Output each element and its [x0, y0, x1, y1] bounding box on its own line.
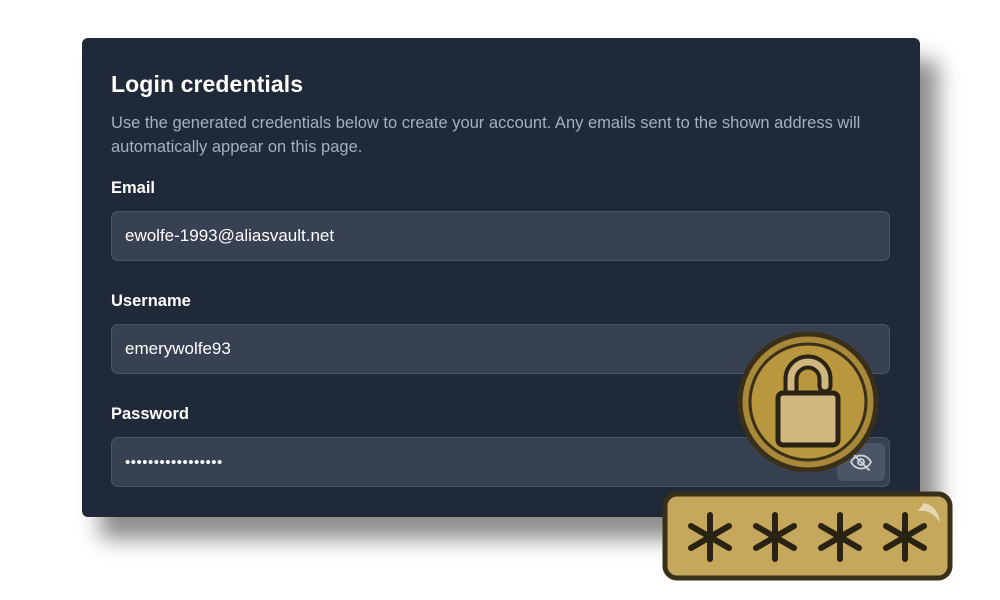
email-label: Email [111, 179, 156, 197]
asterisks-icon [662, 491, 953, 581]
username-label: Username [111, 292, 191, 310]
unlocked-padlock-badge [737, 331, 879, 473]
password-asterisks-panel [662, 491, 953, 581]
card-description: Use the generated credentials below to c… [111, 114, 861, 156]
email-field-box [111, 211, 890, 261]
email-input[interactable] [112, 212, 889, 260]
password-label: Password [111, 405, 189, 423]
card-title: Login credentials [111, 71, 304, 97]
unlocked-padlock-icon [737, 331, 879, 473]
